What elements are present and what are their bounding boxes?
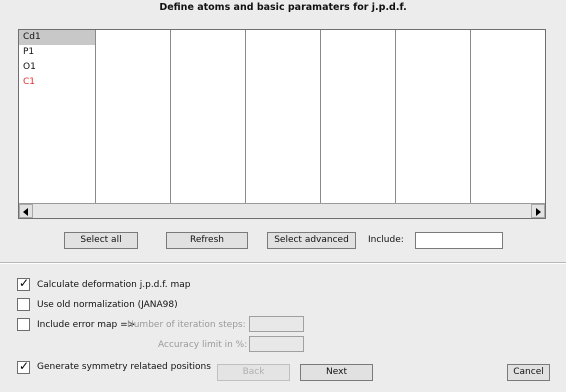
atom-column-6[interactable] — [396, 30, 471, 204]
scroll-left-button[interactable] — [19, 204, 33, 218]
atom-columns: Cd1 P1 O1 C1 — [19, 30, 545, 204]
refresh-button[interactable]: Refresh — [166, 232, 248, 249]
next-button[interactable]: Next — [300, 364, 373, 381]
include-error-map-checkbox[interactable]: ✓ — [17, 318, 30, 331]
atom-column-7[interactable] — [471, 30, 547, 204]
atom-item-p1[interactable]: P1 — [19, 45, 95, 60]
generate-symmetry-checkbox[interactable]: ✓ — [17, 359, 30, 374]
separator — [0, 262, 566, 264]
arrow-left-icon — [23, 208, 28, 216]
include-input[interactable] — [415, 232, 503, 249]
accuracy-limit-label: Accuracy limit in %: — [158, 340, 248, 350]
atom-column-2[interactable] — [96, 30, 171, 204]
atom-list-box[interactable]: Cd1 P1 O1 C1 — [18, 29, 546, 219]
iteration-steps-input[interactable] — [249, 316, 304, 332]
atom-column-4[interactable] — [246, 30, 321, 204]
calc-deformation-checkbox[interactable]: ✓ — [17, 276, 30, 291]
horizontal-scrollbar[interactable] — [19, 203, 545, 218]
accuracy-limit-input[interactable] — [249, 336, 304, 352]
select-advanced-button[interactable]: Select advanced — [267, 232, 356, 249]
old-normalization-checkbox[interactable]: ✓ — [17, 298, 30, 311]
checkmark-icon: ✓ — [19, 276, 30, 290]
scroll-right-button[interactable] — [531, 204, 545, 218]
cancel-button[interactable]: Cancel — [507, 364, 550, 381]
atom-column-5[interactable] — [321, 30, 396, 204]
generate-symmetry-label: Generate symmetry relataed positions — [37, 362, 211, 372]
calc-deformation-label: Calculate deformation j.p.d.f. map — [37, 280, 191, 290]
atom-column-1[interactable]: Cd1 P1 O1 C1 — [19, 30, 96, 204]
include-error-map-label: Include error map => — [37, 320, 136, 330]
dialog-title: Define atoms and basic paramaters for j.… — [159, 2, 407, 13]
atom-column-3[interactable] — [171, 30, 246, 204]
arrow-right-icon — [536, 208, 541, 216]
atom-item-cd1[interactable]: Cd1 — [19, 30, 95, 45]
old-normalization-label: Use old normalization (JANA98) — [37, 300, 178, 310]
checkmark-icon: ✓ — [19, 359, 30, 373]
iteration-steps-label: Number of iteration steps: — [127, 320, 246, 330]
include-label: Include: — [368, 235, 404, 245]
back-button[interactable]: Back — [217, 364, 290, 381]
select-all-button[interactable]: Select all — [64, 232, 138, 249]
atom-item-c1[interactable]: C1 — [19, 75, 95, 90]
atom-item-o1[interactable]: O1 — [19, 60, 95, 75]
